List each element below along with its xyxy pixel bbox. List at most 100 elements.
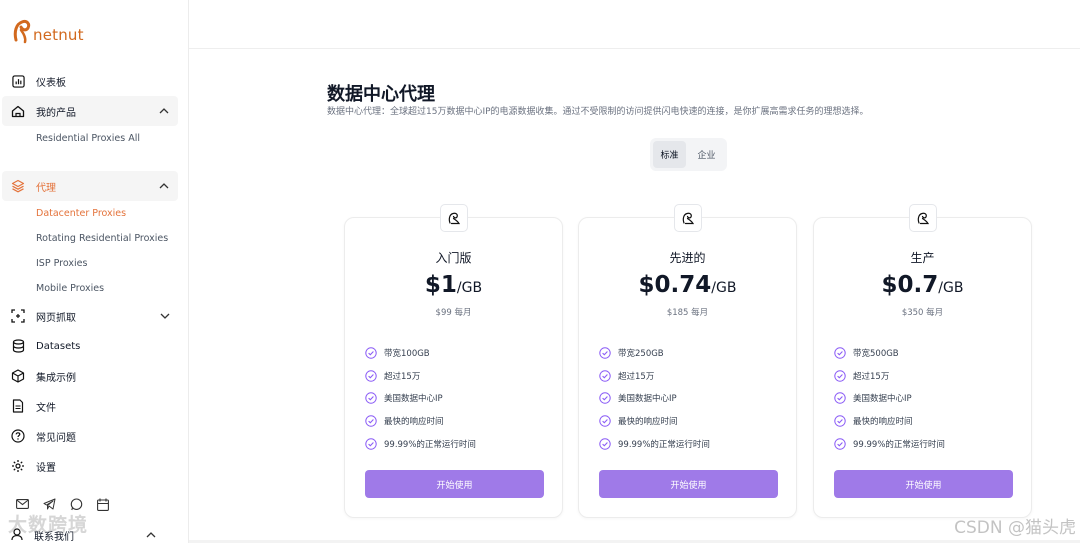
check-circle-icon	[834, 392, 846, 405]
feature-label: 最快的响应时间	[618, 417, 678, 428]
sidebar-item-contact[interactable]: 联系我们	[10, 527, 156, 543]
feature-item: 最快的响应时间	[834, 410, 945, 433]
check-circle-icon	[834, 415, 846, 427]
plan-monthly-price: $350 每月	[901, 308, 944, 318]
toggle-enterprise[interactable]: 企业	[690, 141, 723, 168]
sidebar-nav: 仪表板 我的产品 Residential Proxies All 代理 Data…	[0, 66, 189, 481]
plan-card-advanced: 先进的 $0.74/GB $185 每月 带宽250GB 超过15万 美国数据中心IP 最快…	[578, 204, 797, 518]
sidebar-subitem-datacenter-proxies[interactable]: Datacenter Proxies	[0, 201, 189, 226]
chevron-up-icon[interactable]	[146, 530, 156, 541]
sidebar-item-datasets[interactable]: Datasets	[0, 331, 179, 361]
plan-monthly-price: $99 每月	[435, 308, 472, 318]
sidebar-subitem-residential-proxies-all[interactable]: Residential Proxies All	[0, 126, 189, 151]
plan-price: $1/GB	[345, 272, 562, 298]
feature-item: 99.99%的正常运行时间	[599, 432, 710, 455]
plan-name: 入门版	[435, 251, 472, 265]
scan-icon	[10, 308, 26, 324]
sidebar-item-label: 设置	[36, 462, 56, 474]
feature-list: 带宽500GB 超过15万 美国数据中心IP 最快的响应时间 99.99%的正常运行时间	[834, 342, 945, 455]
check-circle-icon	[834, 347, 846, 359]
sidebar-item-label: 集成示例	[36, 372, 76, 384]
chevron-up-icon[interactable]	[158, 105, 170, 117]
sidebar-item-integration-examples[interactable]: 集成示例	[0, 361, 179, 391]
sidebar-subitem-isp-proxies[interactable]: ISP Proxies	[0, 251, 189, 276]
get-started-button[interactable]: 开始使用	[834, 470, 1013, 498]
squirrel-logo-icon	[13, 20, 31, 44]
plan-card-production: 生产 $0.7/GB $350 每月 带宽500GB 超过15万 美国数据中心IP 最快的响…	[813, 204, 1032, 518]
check-circle-icon	[365, 437, 377, 450]
check-circle-icon	[599, 437, 611, 450]
feature-label: 超过15万	[618, 371, 655, 382]
feature-item: 带宽250GB	[599, 342, 710, 365]
sidebar-subitem-mobile-proxies[interactable]: Mobile Proxies	[0, 276, 189, 301]
sidebar-item-proxies[interactable]: 代理	[2, 171, 178, 201]
price-unit: /GB	[456, 280, 483, 296]
top-bar	[189, 0, 1080, 49]
feature-item: 带宽100GB	[365, 342, 476, 365]
mail-icon[interactable]	[15, 497, 29, 511]
price-value: $0.7	[881, 272, 939, 298]
price-value: $0.74	[638, 272, 712, 298]
sidebar-item-files[interactable]: 文件	[0, 391, 179, 421]
sidebar-item-label: 仪表板	[36, 77, 66, 89]
sidebar-item-my-products[interactable]: 我的产品	[2, 96, 178, 126]
feature-label: 99.99%的正常运行时间	[853, 439, 945, 450]
box-icon	[10, 368, 26, 384]
chart-icon	[10, 73, 26, 89]
sidebar-item-web-scraping[interactable]: 网页抓取	[0, 301, 179, 331]
check-circle-icon	[599, 370, 611, 382]
page-subtitle: 数据中心代理：全球超过15万数据中心IP的电源数据收集。通过不受限制的访问提供闪…	[327, 107, 869, 117]
sidebar-item-label: 我的产品	[36, 107, 76, 119]
chevron-down-icon[interactable]	[159, 310, 171, 322]
feature-item: 99.99%的正常运行时间	[834, 432, 945, 455]
feature-item: 美国数据中心IP	[365, 387, 476, 410]
sidebar-item-dashboard[interactable]: 仪表板	[0, 66, 179, 96]
plan-type-toggle: 标准 企业	[650, 138, 727, 171]
check-circle-icon	[365, 392, 377, 405]
sidebar-item-label: 网页抓取	[36, 312, 76, 324]
check-circle-icon	[599, 392, 611, 405]
feature-label: 超过15万	[853, 371, 890, 382]
toggle-standard[interactable]: 标准	[653, 141, 686, 168]
home-icon	[10, 103, 26, 119]
squirrel-icon	[674, 204, 702, 232]
sidebar-subitem-rotating-residential-proxies[interactable]: Rotating Residential Proxies	[0, 226, 189, 251]
plan-name: 生产	[910, 251, 935, 265]
whatsapp-icon[interactable]	[69, 497, 83, 511]
feature-item: 最快的响应时间	[365, 410, 476, 433]
feature-label: 99.99%的正常运行时间	[384, 439, 476, 450]
feature-item: 99.99%的正常运行时间	[365, 432, 476, 455]
feature-label: 美国数据中心IP	[618, 394, 677, 405]
chevron-up-icon[interactable]	[158, 180, 170, 192]
feature-label: 最快的响应时间	[384, 417, 444, 428]
check-circle-icon	[599, 347, 611, 359]
sidebar-item-label: 代理	[36, 182, 56, 194]
page-title: 数据中心代理	[327, 84, 435, 105]
netnut-logo[interactable]: netnut	[12, 14, 84, 48]
feature-item: 超过15万	[599, 365, 710, 388]
database-icon	[10, 338, 26, 354]
feature-label: 超过15万	[384, 371, 421, 382]
sidebar-item-label: 常见问题	[36, 432, 76, 444]
social-links	[15, 497, 110, 511]
calendar-icon[interactable]	[96, 497, 110, 511]
get-started-button[interactable]: 开始使用	[365, 470, 544, 498]
feature-list: 带宽100GB 超过15万美国数据中心IP 最快的响应时间 99.99%的正常运行时间	[365, 342, 476, 455]
plan-monthly-price: $185 每月	[666, 308, 709, 318]
squirrel-icon	[440, 204, 468, 232]
feature-item: 美国数据中心IP	[834, 387, 945, 410]
check-circle-icon	[834, 370, 846, 382]
feature-item: 美国数据中心IP	[599, 387, 710, 410]
check-circle-icon	[365, 415, 377, 427]
feature-label: 带宽100GB	[384, 349, 430, 360]
telegram-icon[interactable]	[42, 497, 56, 511]
feature-label: 最快的响应时间	[853, 417, 913, 428]
plan-price: $0.74/GB	[579, 272, 796, 298]
get-started-button[interactable]: 开始使用	[599, 470, 778, 498]
sidebar-item-label: Datasets	[36, 340, 81, 352]
price-unit: /GB	[938, 280, 964, 296]
sidebar-item-faq[interactable]: 常见问题	[0, 421, 179, 451]
watermark-right: CSDN @猫头虎	[954, 518, 1076, 538]
sidebar-item-settings[interactable]: 设置	[0, 451, 179, 481]
